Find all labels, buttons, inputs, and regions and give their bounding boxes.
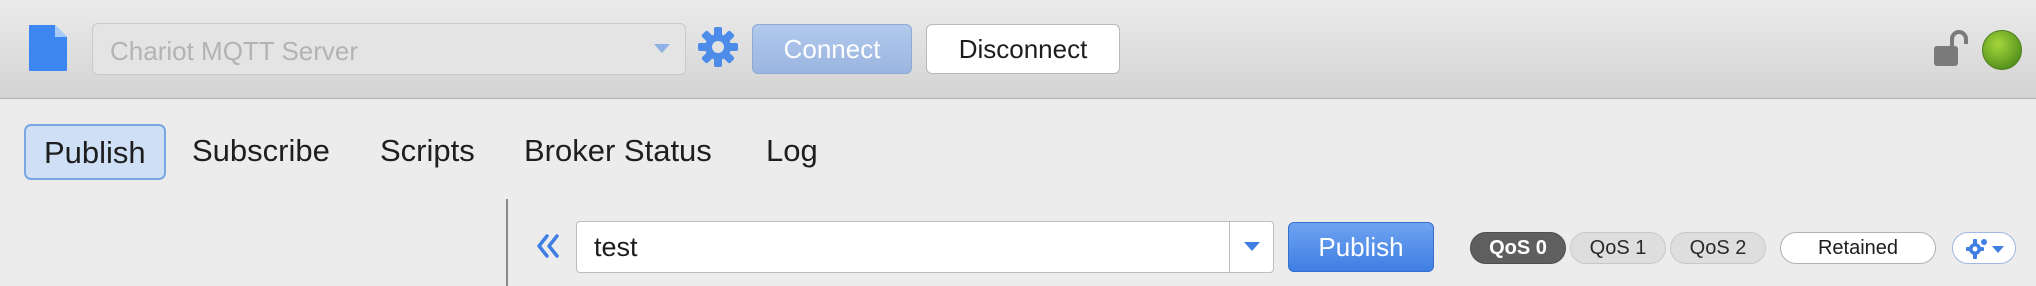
tab-broker-status[interactable]: Broker Status [524,124,712,180]
server-select-value: Chariot MQTT Server [110,36,359,66]
qos-1-toggle[interactable]: QoS 1 [1570,232,1666,264]
server-select[interactable]: Chariot MQTT Server [92,23,686,75]
connect-button[interactable]: Connect [752,24,912,74]
disconnect-button[interactable]: Disconnect [926,24,1120,74]
document-icon[interactable] [27,23,69,73]
chevron-down-icon [1992,246,2004,253]
topic-dropdown-button[interactable] [1229,222,1273,272]
chevron-down-icon [1244,242,1260,251]
tab-publish[interactable]: Publish [24,124,166,180]
tab-scripts[interactable]: Scripts [380,124,475,180]
double-chevron-left-icon[interactable] [536,233,560,259]
gear-icon [1966,239,1987,259]
tab-log[interactable]: Log [766,124,818,180]
split-view-divider[interactable] [506,199,508,286]
chevron-down-icon [654,44,670,53]
topic-combobox[interactable]: test [576,221,1274,273]
toolbar: Chariot MQTT Server Connect Disconnect [0,0,2036,99]
tab-subscribe[interactable]: Subscribe [192,124,330,180]
gear-icon[interactable] [697,26,739,68]
qos-2-toggle[interactable]: QoS 2 [1670,232,1766,264]
qos-0-toggle[interactable]: QoS 0 [1470,232,1566,264]
connection-status-light [1982,30,2022,70]
publish-button[interactable]: Publish [1288,222,1434,272]
publish-options-button[interactable] [1952,232,2016,264]
unlocked-lock-icon[interactable] [1932,30,1970,68]
retained-toggle[interactable]: Retained [1780,232,1936,264]
topic-input[interactable]: test [594,232,638,263]
